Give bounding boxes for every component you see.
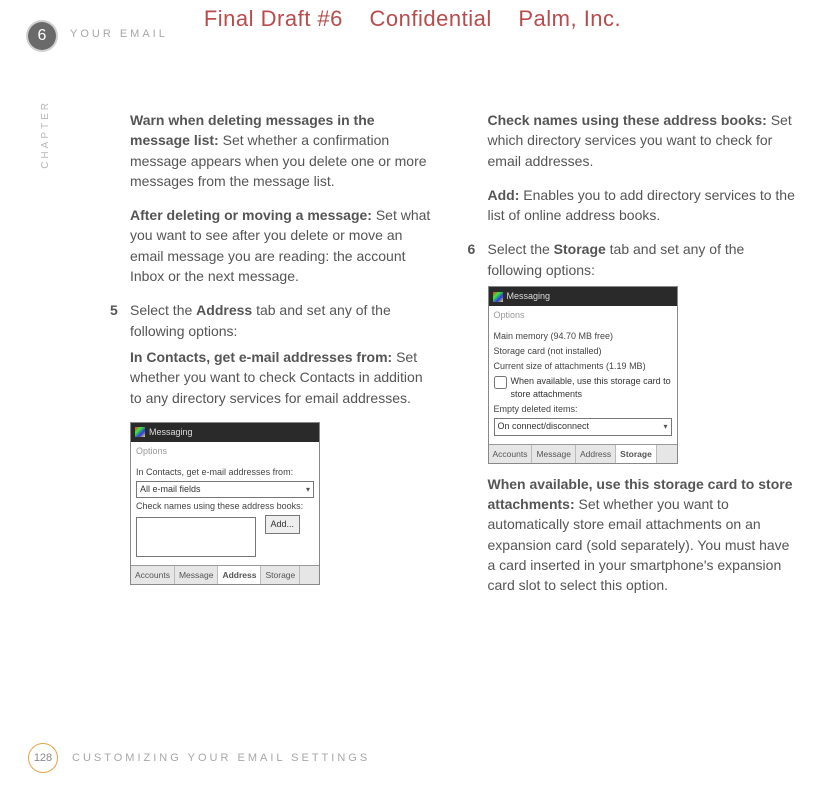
term: In Contacts, get e-mail addresses from: <box>130 349 392 365</box>
windows-icon <box>493 292 503 302</box>
shot-label: Check names using these address books: <box>136 500 314 513</box>
footer-title: CUSTOMIZING YOUR EMAIL SETTINGS <box>72 752 370 764</box>
term: After deleting or moving a message: <box>130 207 372 223</box>
tab-message[interactable]: Message <box>175 566 219 584</box>
tab-accounts[interactable]: Accounts <box>131 566 175 584</box>
para-after-delete: After deleting or moving a message: Set … <box>110 205 438 286</box>
shot-label: In Contacts, get e-mail addresses from: <box>136 466 314 479</box>
shot-line: Current size of attachments (1.19 MB) <box>494 360 672 373</box>
add-button[interactable]: Add... <box>265 515 301 534</box>
step-number: 6 <box>468 239 488 280</box>
shot-line: Storage card (not installed) <box>494 345 672 358</box>
step-bold: Address <box>196 302 252 318</box>
shot-tabs: Accounts Message Address Storage <box>131 565 319 584</box>
address-book-list[interactable] <box>136 517 256 557</box>
footer: 128 CUSTOMIZING YOUR EMAIL SETTINGS <box>28 743 370 773</box>
shot-titlebar: Messaging <box>489 287 677 306</box>
para-warn: Warn when deleting messages in the messa… <box>110 110 438 191</box>
shot-line: Empty deleted items: <box>494 403 672 416</box>
tab-address[interactable]: Address <box>576 445 616 463</box>
shot-subtitle: Options <box>131 442 319 461</box>
shot-line: Main memory (94.70 MB free) <box>494 330 672 343</box>
checkbox-input[interactable] <box>494 376 507 389</box>
step-6: 6 Select the Storage tab and set any of … <box>468 239 796 280</box>
watermark-a: Final Draft #6 <box>204 6 343 31</box>
page-number: 128 <box>28 743 58 773</box>
shot-tabs: Accounts Message Address Storage <box>489 444 677 463</box>
combo-empty-deleted[interactable]: On connect/disconnect <box>494 418 672 435</box>
checkbox-storage-card[interactable]: When available, use this storage card to… <box>494 375 672 401</box>
chapter-badge: 6 <box>28 22 56 50</box>
step-body: Select the Storage tab and set any of th… <box>488 239 796 280</box>
checkbox-label: When available, use this storage card to… <box>511 375 672 401</box>
tab-storage[interactable]: Storage <box>616 445 657 463</box>
shot-titlebar: Messaging <box>131 423 319 442</box>
step-body: Select the Address tab and set any of th… <box>130 300 438 341</box>
para-in-contacts: In Contacts, get e-mail addresses from: … <box>110 347 438 408</box>
step-pre: Select the <box>488 241 554 257</box>
side-label: CHAPTER <box>40 100 51 169</box>
term: Check names using these address books: <box>488 112 767 128</box>
term: Add: <box>488 187 520 203</box>
shot-subtitle: Options <box>489 306 677 325</box>
content: Warn when deleting messages in the messa… <box>110 110 795 610</box>
left-column: Warn when deleting messages in the messa… <box>110 110 438 610</box>
shot-body: Main memory (94.70 MB free) Storage card… <box>489 325 677 443</box>
step-number: 5 <box>110 300 130 341</box>
combo-email-fields[interactable]: All e-mail fields <box>136 481 314 498</box>
term-body: Enables you to add directory services to… <box>488 187 795 223</box>
header-title: YOUR EMAIL <box>70 28 168 40</box>
step-5: 5 Select the Address tab and set any of … <box>110 300 438 341</box>
right-column: Check names using these address books: S… <box>468 110 796 610</box>
step-pre: Select the <box>130 302 196 318</box>
screenshot-address: Messaging Options In Contacts, get e-mai… <box>130 422 320 586</box>
tab-storage[interactable]: Storage <box>261 566 300 584</box>
para-add: Add: Enables you to add directory servic… <box>468 185 796 226</box>
tab-address[interactable]: Address <box>218 566 261 584</box>
step-bold: Storage <box>554 241 606 257</box>
shot-title-text: Messaging <box>507 290 551 303</box>
para-check-names: Check names using these address books: S… <box>468 110 796 171</box>
screenshot-storage: Messaging Options Main memory (94.70 MB … <box>488 286 678 464</box>
tab-accounts[interactable]: Accounts <box>489 445 533 463</box>
shot-title-text: Messaging <box>149 426 193 439</box>
shot-body: In Contacts, get e-mail addresses from: … <box>131 461 319 565</box>
para-storage-card: When available, use this storage card to… <box>468 474 796 596</box>
windows-icon <box>135 427 145 437</box>
tab-message[interactable]: Message <box>532 445 576 463</box>
watermark-b: Confidential <box>370 6 492 31</box>
watermark-c: Palm, Inc. <box>518 6 621 31</box>
